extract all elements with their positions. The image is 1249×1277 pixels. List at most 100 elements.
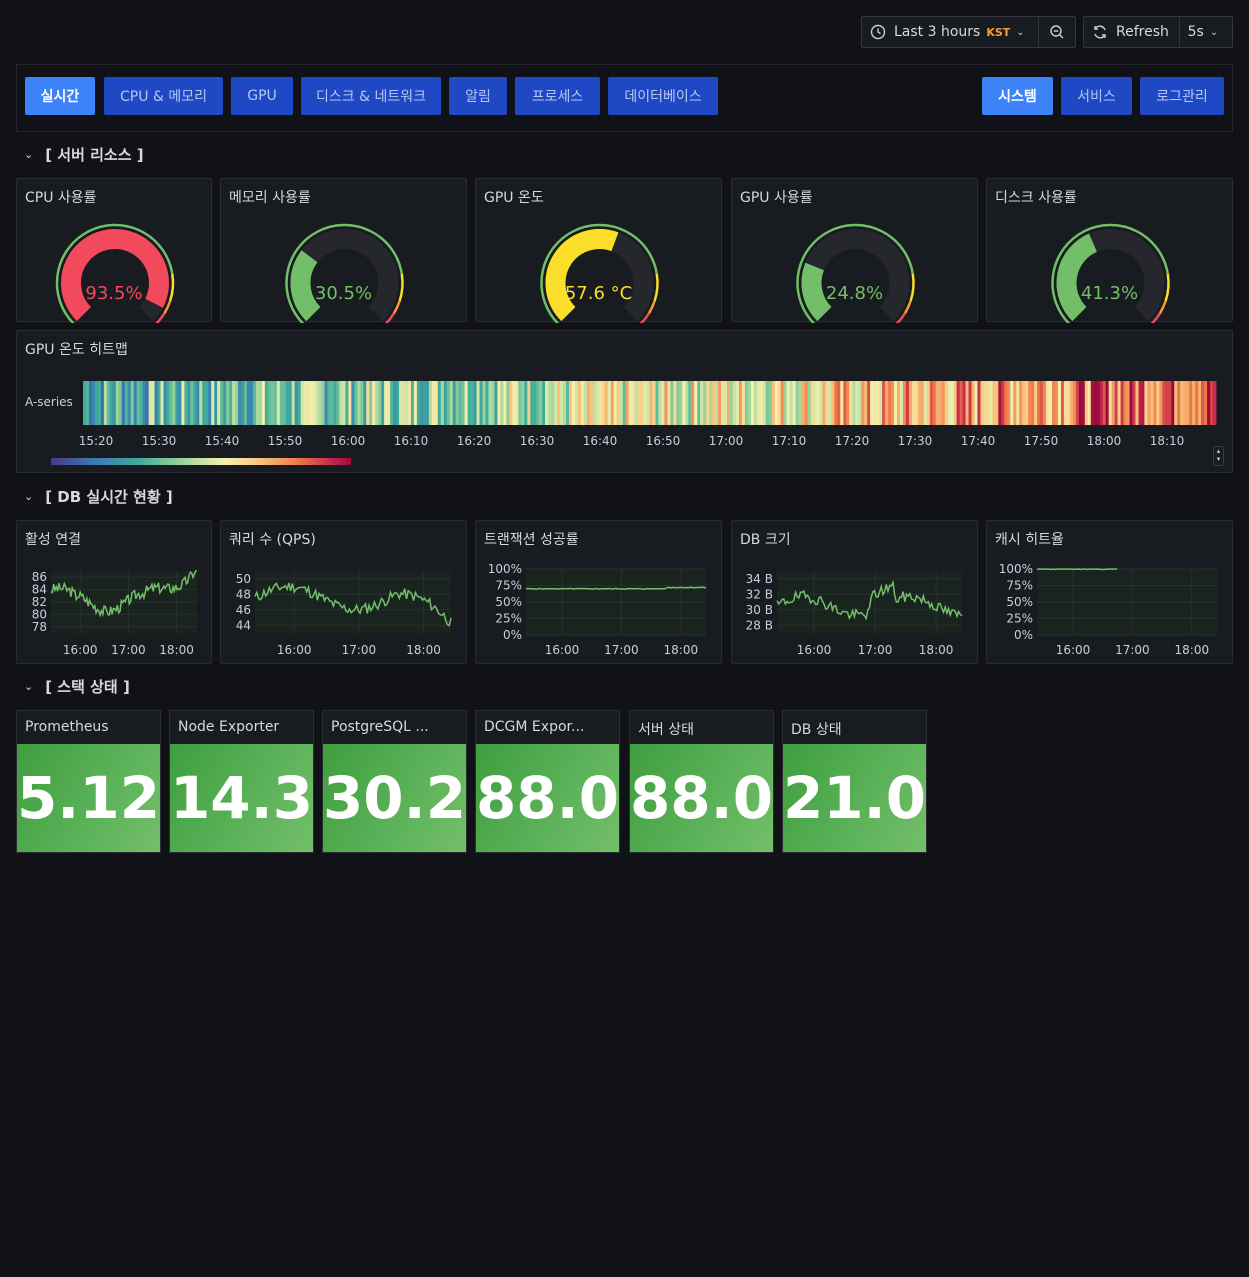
- heatmap-cell: [896, 381, 901, 425]
- heatmap-cell: [1099, 381, 1104, 425]
- heatmap-cell: [759, 381, 764, 425]
- nav-link-system[interactable]: 시스템: [982, 77, 1053, 115]
- heatmap-cell: [706, 381, 710, 425]
- row-title: [ 스택 상태 ]: [45, 678, 130, 696]
- heatmap-cell: [229, 381, 233, 425]
- timeseries-panel-db-size[interactable]: DB 크기 34 B 32 B 30 B 28 B 16:00 17:00 18:00: [731, 520, 978, 664]
- heatmap-cell: [1147, 381, 1151, 425]
- heatmap-cell: [1198, 381, 1202, 425]
- heatmap-cell: [697, 381, 701, 425]
- nav-link-database[interactable]: 데이터베이스: [608, 77, 718, 115]
- heatmap-cell: [366, 381, 370, 425]
- heatmap-cell: [1016, 381, 1020, 425]
- time-picker[interactable]: Last 3 hours KST ⌄: [861, 16, 1076, 48]
- heatmap-cell: [867, 381, 871, 425]
- time-range-button[interactable]: Last 3 hours KST ⌄: [862, 17, 1038, 47]
- heatmap-cell: [97, 381, 102, 425]
- heatmap-cell: [306, 381, 310, 425]
- timeseries-chart: 100% 75% 50% 25% 0% 16:00 17:00 18:00: [999, 562, 1217, 657]
- zoom-out-button[interactable]: [1038, 17, 1075, 47]
- timeseries-panel-qps[interactable]: 쿼리 수 (QPS) 50 48 46 44 16:00 17:00 18:00: [220, 520, 467, 664]
- chevron-down-icon: ⌄: [24, 490, 34, 503]
- heatmap-cell: [324, 381, 328, 425]
- timeseries-panel-tx-success[interactable]: 트랜잭션 성공률 100% 75% 50% 25% 0% 16:00 17:00 18:00: [475, 520, 722, 664]
- y-tick-label: 100%: [488, 562, 522, 576]
- scroll-handle-icon[interactable]: ▴ ▾: [1213, 446, 1224, 466]
- nav-link-gpu[interactable]: GPU: [231, 77, 293, 115]
- y-tick-label: 28 B: [746, 618, 773, 632]
- heatmap-cell: [554, 381, 558, 425]
- timeseries-chart: 34 B32 B 30 B28 B 16:00 17:00 18:00: [746, 571, 963, 657]
- row-server-resources[interactable]: ⌄ [ 서버 리소스 ]: [24, 144, 144, 165]
- stat-panel-dcgm-exporter[interactable]: DCGM Expor... 88.0: [475, 710, 620, 853]
- stat-panel-prometheus[interactable]: Prometheus 5.12: [16, 710, 161, 853]
- gauge-panel-gpu-usage[interactable]: GPU 사용률 24.8%: [731, 178, 978, 323]
- heatmap-cell: [485, 381, 489, 425]
- heatmap-cell: [831, 381, 835, 425]
- heatmap-cell: [226, 381, 230, 425]
- heatmap-cell: [1057, 381, 1062, 425]
- heatmap-cell: [473, 381, 477, 425]
- heatmap-cell: [691, 381, 695, 425]
- stat-panel-postgresql[interactable]: PostgreSQL ... 30.2: [322, 710, 467, 853]
- nav-link-process[interactable]: 프로세스: [515, 77, 600, 115]
- refresh-picker[interactable]: Refresh 5s ⌄: [1083, 16, 1233, 48]
- heatmap-cell: [1171, 381, 1175, 425]
- panel-title: Node Exporter: [178, 719, 280, 735]
- stat-panel-node-exporter[interactable]: Node Exporter 14.3: [169, 710, 314, 853]
- stat-panel-db-status[interactable]: DB 상태 21.0: [782, 710, 927, 853]
- heatmap-cell: [479, 381, 483, 425]
- heatmap-cell: [837, 381, 841, 425]
- heatmap-cell: [169, 381, 173, 425]
- timeseries-panel-cache-hit[interactable]: 캐시 히트율 100% 75% 50% 25% 0% 16:00 17:00 18:00: [986, 520, 1233, 664]
- nav-link-log-management[interactable]: 로그관리: [1140, 77, 1224, 115]
- refresh-button[interactable]: Refresh: [1084, 17, 1179, 47]
- nav-link-disk-network[interactable]: 디스크 & 네트워크: [301, 77, 441, 115]
- x-tick-label: 17:00: [1115, 643, 1150, 657]
- gauge-panel-cpu[interactable]: CPU 사용률 93.5%: [16, 178, 212, 323]
- nav-link-alerts[interactable]: 알림: [449, 77, 507, 115]
- row-db-realtime[interactable]: ⌄ [ DB 실시간 현황 ]: [24, 486, 173, 507]
- timeseries-panel-active-connections[interactable]: 활성 연결 86 84 82 80 78 16:00 17:00 18:00: [16, 520, 212, 664]
- heatmap-cell: [449, 381, 454, 425]
- heatmap-cell: [673, 381, 677, 425]
- heatmap-cell: [935, 381, 940, 425]
- heatmap-panel-gpu-temp[interactable]: GPU 온도 히트맵 A-series 15:20 15:30 15:40 15:50…: [16, 330, 1233, 473]
- row-stack-status[interactable]: ⌄ [ 스택 상태 ]: [24, 676, 130, 697]
- heatmap-cell: [911, 381, 916, 425]
- x-tick-label: 15:30: [142, 434, 177, 448]
- heatmap-cell: [196, 381, 200, 425]
- gauge-panel-gpu-temp[interactable]: GPU 온도 57.6 °C: [475, 178, 722, 323]
- heatmap-cell: [267, 381, 272, 425]
- heatmap-cell: [986, 381, 990, 425]
- heatmap-cell: [637, 381, 641, 425]
- gauge-panel-memory[interactable]: 메모리 사용률 30.5%: [220, 178, 467, 323]
- heatmap-cell: [202, 381, 206, 425]
- heatmap-cell: [422, 381, 427, 425]
- nav-link-realtime[interactable]: 실시간: [25, 77, 95, 115]
- heatmap-cell: [670, 381, 674, 425]
- heatmap-cell: [640, 381, 644, 425]
- heatmap-cell: [804, 381, 808, 425]
- heatmap-cell: [1031, 381, 1035, 425]
- y-tick-label: 75%: [1006, 579, 1033, 593]
- heatmap-cell: [482, 381, 486, 425]
- nav-link-service[interactable]: 서비스: [1061, 77, 1132, 115]
- heatmap-cell: [288, 381, 293, 425]
- gauge-value: 57.6 °C: [564, 283, 633, 304]
- heatmap-cell: [983, 381, 987, 425]
- heatmap-cell: [888, 381, 892, 425]
- heatmap-cell: [750, 381, 755, 425]
- heatmap-cell: [1201, 381, 1205, 425]
- refresh-interval-select[interactable]: 5s ⌄: [1178, 17, 1232, 47]
- gauge-panel-disk[interactable]: 디스크 사용률 41.3%: [986, 178, 1233, 323]
- stat-panel-server-status[interactable]: 서버 상태 88.0: [629, 710, 774, 853]
- heatmap-cell: [792, 381, 796, 425]
- heatmap-cell: [616, 381, 621, 425]
- heatmap-cell: [718, 381, 722, 425]
- heatmap-cell: [309, 381, 313, 425]
- heatmap-cell: [974, 381, 978, 425]
- heatmap-cell: [801, 381, 805, 425]
- heatmap-cell: [1189, 381, 1193, 425]
- nav-link-cpu-memory[interactable]: CPU & 메모리: [104, 77, 223, 115]
